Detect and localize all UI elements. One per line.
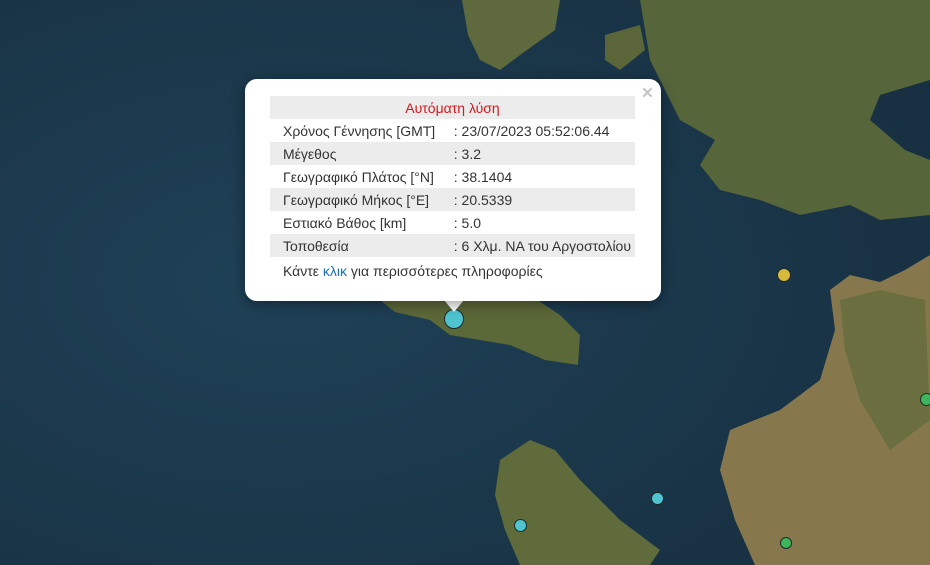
earthquake-marker[interactable] bbox=[514, 519, 527, 532]
info-value: : 23/07/2023 05:52:06.44 bbox=[453, 122, 610, 139]
info-label: Χρόνος Γέννησης [GMT] bbox=[283, 122, 436, 139]
more-info-prefix: Κάντε bbox=[283, 263, 323, 279]
info-value: : 38.1404 bbox=[453, 168, 513, 185]
earthquake-marker[interactable] bbox=[651, 492, 664, 505]
more-info-text: Κάντε κλικ για περισσότερες πληροφορίες bbox=[283, 263, 543, 279]
info-value: : 6 Χλμ. ΝΑ του Αργοστολίου bbox=[449, 234, 635, 257]
info-label: Γεωγραφικό Πλάτος [°N] bbox=[283, 168, 434, 185]
info-value: : 5.0 bbox=[453, 214, 482, 231]
earthquake-marker[interactable] bbox=[920, 393, 930, 406]
earthquake-marker[interactable] bbox=[777, 268, 791, 282]
earthquake-marker-selected[interactable] bbox=[444, 309, 464, 329]
info-label: Γεωγραφικό Μήκος [°E] bbox=[270, 188, 450, 211]
info-value: : 20.5339 bbox=[449, 188, 635, 211]
popup-title-row: Αυτόματη λύση bbox=[270, 96, 635, 119]
earthquake-marker[interactable] bbox=[780, 537, 792, 549]
info-row: Γεωγραφικό Μήκος [°E]: 20.5339 bbox=[270, 188, 635, 211]
info-label: Μέγεθος bbox=[270, 142, 450, 165]
popup-tip bbox=[444, 300, 464, 312]
info-label: Εστιακό Βάθος [km] bbox=[283, 214, 407, 231]
info-label: Τοποθεσία bbox=[270, 234, 450, 257]
info-row: Εστιακό Βάθος [km] : 5.0 bbox=[270, 211, 635, 234]
earthquake-info-table: Αυτόματη λύση Χρόνος Γέννησης [GMT] : 23/… bbox=[270, 96, 635, 257]
close-icon[interactable]: × bbox=[642, 83, 653, 105]
popup-title: Αυτόματη λύση bbox=[270, 96, 635, 119]
earthquake-popup: × Αυτόματη λύση Χρόνος Γέννησης [GMT] : 2… bbox=[245, 79, 661, 301]
info-row: Τοποθεσία: 6 Χλμ. ΝΑ του Αργοστολίου bbox=[270, 234, 635, 257]
info-row: Γεωγραφικό Πλάτος [°N] : 38.1404 bbox=[270, 165, 635, 188]
more-info-link[interactable]: κλικ bbox=[323, 263, 347, 279]
info-value: : 3.2 bbox=[449, 142, 635, 165]
info-row: Χρόνος Γέννησης [GMT] : 23/07/2023 05:52:… bbox=[270, 119, 635, 142]
info-row: Μέγεθος: 3.2 bbox=[270, 142, 635, 165]
more-info-suffix: για περισσότερες πληροφορίες bbox=[347, 263, 543, 279]
